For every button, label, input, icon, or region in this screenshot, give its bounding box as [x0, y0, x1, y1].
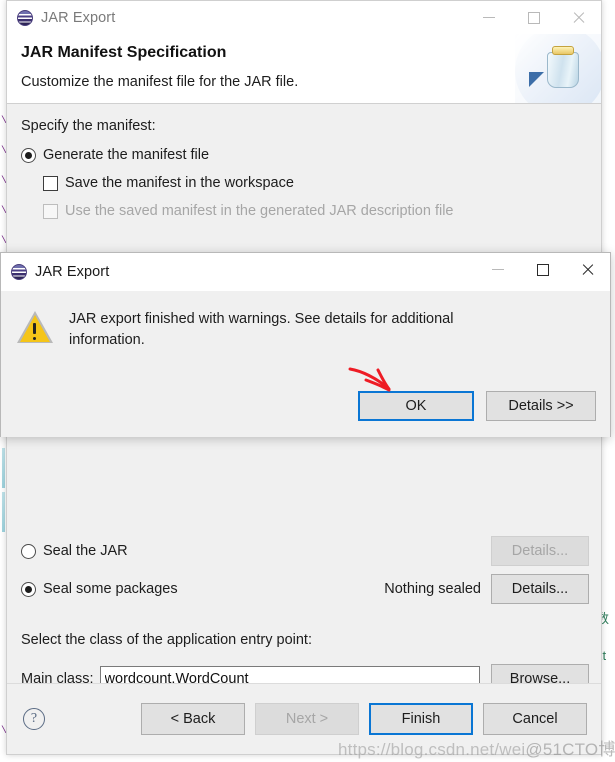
radio-indicator	[21, 147, 36, 163]
dialog-message-row: JAR export finished with warnings. See d…	[17, 309, 594, 351]
jar-illustration-icon	[515, 34, 601, 103]
dialog-close-button[interactable]	[565, 253, 610, 286]
radio-label: Seal the JAR	[43, 543, 128, 559]
wizard-window-controls	[466, 1, 601, 34]
checkbox-use-saved-manifest: Use the saved manifest in the generated …	[43, 203, 587, 219]
wizard-title: JAR Export	[41, 9, 116, 26]
checkbox-indicator	[43, 203, 58, 219]
dialog-content: JAR export finished with warnings. See d…	[1, 291, 610, 437]
cancel-button[interactable]: Cancel	[483, 703, 587, 735]
radio-seal-jar-row[interactable]: Seal the JAR Details...	[21, 536, 589, 566]
wizard-nav-buttons: < Back Next > Finish Cancel	[131, 703, 587, 735]
backdrop-accent	[2, 448, 5, 488]
finish-button[interactable]: Finish	[369, 703, 473, 735]
backdrop-accent	[2, 492, 5, 532]
next-button: Next >	[255, 703, 359, 735]
seal-status-text: Nothing sealed	[384, 581, 481, 597]
wizard-header-band: JAR Manifest Specification Customize the…	[7, 34, 601, 104]
dialog-title: JAR Export	[35, 264, 110, 280]
radio-label: Generate the manifest file	[43, 147, 210, 163]
watermark-site: @51CTO博客	[525, 740, 615, 759]
warning-triangle-icon	[17, 311, 53, 344]
checkbox-indicator	[43, 175, 58, 191]
dialog-buttons: OK Details >>	[358, 391, 596, 421]
checkbox-label: Save the manifest in the workspace	[65, 175, 294, 191]
back-button[interactable]: < Back	[141, 703, 245, 735]
close-button[interactable]	[556, 1, 601, 34]
checkbox-label: Use the saved manifest in the generated …	[65, 203, 454, 219]
details-button[interactable]: Details >>	[486, 391, 596, 421]
dialog-message: JAR export finished with warnings. See d…	[69, 311, 454, 348]
entry-point-label: Select the class of the application entr…	[21, 632, 312, 648]
ok-button[interactable]: OK	[358, 391, 474, 421]
watermark: https://blog.csdn.net/wei@51CTO博客	[338, 735, 615, 760]
radio-seal-packages-row[interactable]: Seal some packages Nothing sealed Detail…	[21, 574, 589, 604]
dialog-maximize-button[interactable]	[520, 253, 565, 286]
sealing-section: Seal the JAR Details... Seal some packag…	[21, 536, 589, 604]
manifest-section-label: Specify the manifest:	[21, 118, 156, 134]
radio-label: Seal some packages	[43, 581, 178, 597]
eclipse-icon	[17, 9, 33, 26]
dialog-window-controls	[475, 253, 610, 286]
radio-indicator	[21, 543, 36, 559]
seal-packages-details-button[interactable]: Details...	[491, 574, 589, 604]
radio-indicator	[21, 581, 36, 597]
checkbox-save-manifest-workspace[interactable]: Save the manifest in the workspace	[43, 175, 587, 191]
dialog-title-bar[interactable]: JAR Export	[1, 253, 610, 291]
minimize-button[interactable]	[466, 1, 511, 34]
radio-generate-manifest[interactable]: Generate the manifest file	[21, 147, 587, 163]
eclipse-icon	[11, 264, 27, 280]
seal-jar-details-button: Details...	[491, 536, 589, 566]
maximize-button[interactable]	[511, 1, 556, 34]
page-subtitle: Customize the manifest file for the JAR …	[21, 74, 299, 90]
page-title: JAR Manifest Specification	[21, 44, 227, 61]
dialog-minimize-button[interactable]	[475, 253, 520, 286]
jar-export-warning-dialog: JAR Export JAR export finished with warn…	[0, 252, 611, 437]
help-icon[interactable]: ?	[23, 708, 45, 730]
watermark-url: https://blog.csdn.net/wei	[338, 740, 526, 759]
wizard-title-bar[interactable]: JAR Export	[7, 1, 601, 34]
